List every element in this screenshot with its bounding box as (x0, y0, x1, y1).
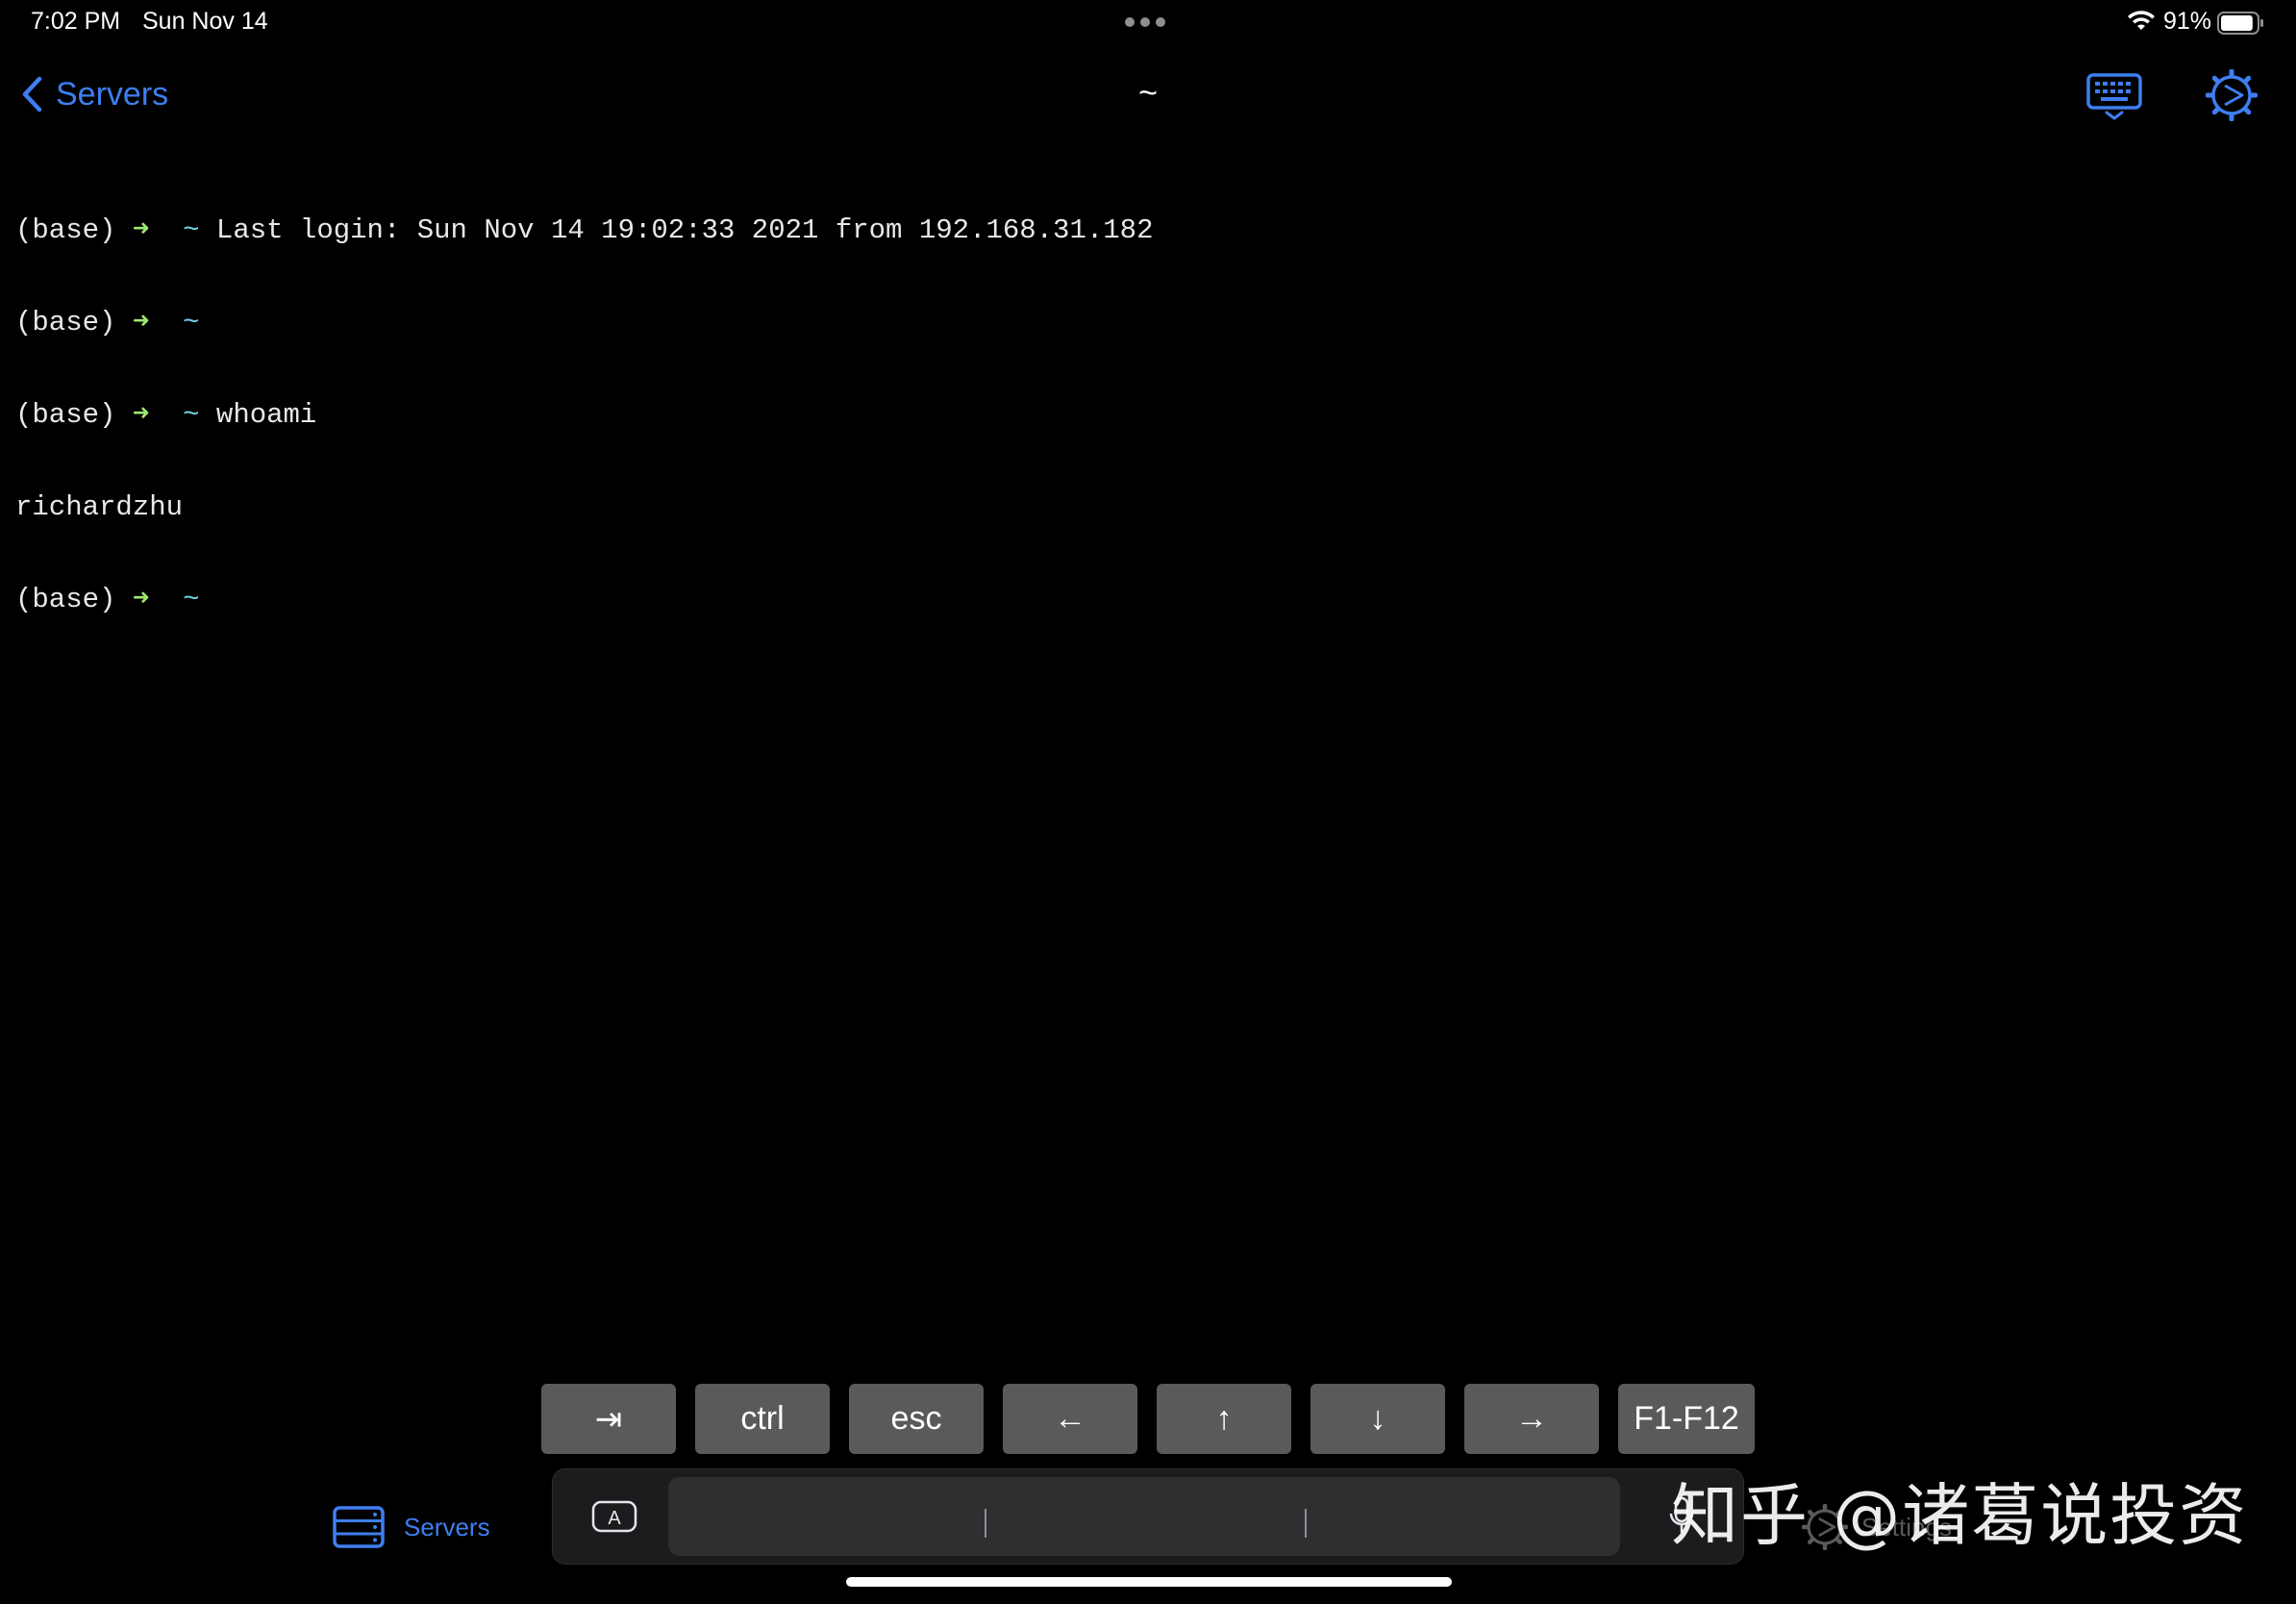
arrow-left-key[interactable]: ← (1003, 1384, 1137, 1454)
tab-servers[interactable]: Servers (333, 1506, 490, 1548)
prediction-input-field[interactable] (668, 1477, 1620, 1556)
esc-key[interactable]: esc (849, 1384, 984, 1454)
watermark-text: 知乎 @诸葛说投资 (1671, 1476, 2249, 1555)
servers-icon (333, 1506, 385, 1548)
status-time: 7:02 PM (31, 8, 121, 35)
home-indicator (846, 1577, 1452, 1587)
function-keys-key[interactable]: F1-F12 (1618, 1384, 1755, 1454)
arrow-up-key[interactable]: ↑ (1157, 1384, 1291, 1454)
battery-percent: 91% (2163, 8, 2212, 35)
chevron-left-icon (22, 76, 42, 113)
arrow-down-key[interactable]: ↓ (1310, 1384, 1445, 1454)
keyboard-a-icon[interactable]: A (591, 1500, 637, 1533)
terminal-line: (base) ➜ ~ whoami (15, 399, 317, 431)
back-button-label: Servers (56, 75, 169, 113)
page-title: ~ (1138, 75, 1158, 112)
status-date: Sun Nov 14 (142, 8, 268, 35)
terminal-line: (base) ➜ ~ (15, 307, 200, 338)
terminal-line: richardzhu (15, 491, 184, 523)
terminal-line: (base) ➜ ~ (15, 584, 200, 615)
tab-key[interactable]: ⇥ (541, 1384, 676, 1454)
tab-servers-label: Servers (404, 1512, 490, 1541)
settings-gear-icon[interactable] (2206, 69, 2258, 121)
svg-text:A: A (608, 1508, 621, 1529)
battery-icon (2217, 12, 2263, 35)
accessory-key-row: ⇥ ctrl esc ← ↑ ↓ → F1-F12 (541, 1384, 1755, 1454)
arrow-right-key[interactable]: → (1464, 1384, 1599, 1454)
suggestion-divider (985, 1509, 986, 1538)
terminal-line: (base) ➜ ~ Last login: Sun Nov 14 19:02:… (15, 214, 1154, 246)
shortcut-input-bar: A (552, 1468, 1744, 1565)
wifi-icon (2128, 11, 2155, 30)
ctrl-key[interactable]: ctrl (695, 1384, 830, 1454)
back-button[interactable]: Servers (21, 71, 168, 117)
terminal-output[interactable]: (base) ➜ ~ Last login: Sun Nov 14 19:02:… (15, 154, 1153, 646)
status-bar: 7:02 PM Sun Nov 14 91% (0, 0, 2296, 46)
keyboard-icon[interactable] (2086, 73, 2142, 121)
suggestion-divider (1305, 1509, 1307, 1538)
multitasking-dots-icon[interactable] (1125, 17, 1165, 27)
